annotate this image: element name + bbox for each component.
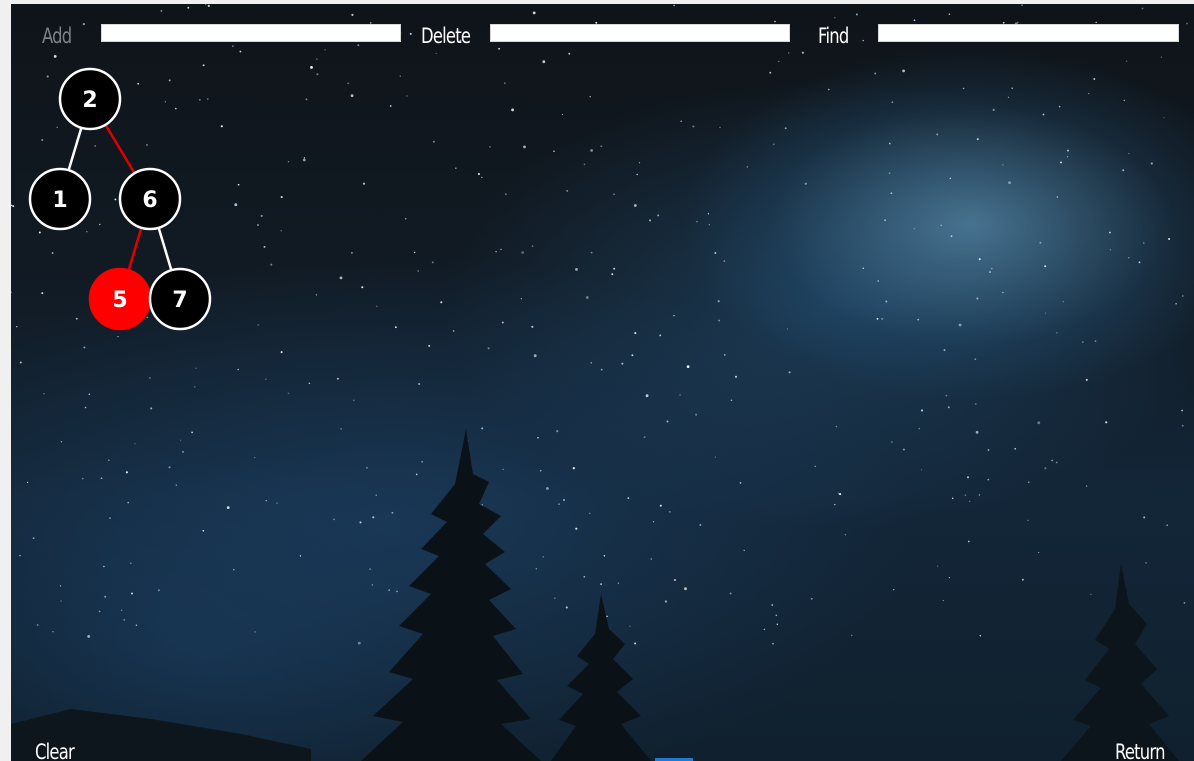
tree-node-key: 1: [52, 188, 67, 213]
tree-node-key: 5: [112, 288, 127, 313]
tree-node-1: 1: [28, 167, 92, 231]
tree-node-5: 5: [88, 267, 152, 331]
tree-node-6: 6: [118, 167, 182, 231]
red-black-tree-canvas: 2 1 6 5 7: [28, 67, 212, 331]
tree-node-key: 7: [172, 288, 187, 313]
tree-node-7: 7: [148, 267, 212, 331]
rb-tree-window: Add Delete Find 21657 Clear Return: [11, 4, 1194, 761]
return-button[interactable]: Return: [1115, 738, 1165, 761]
tree-node-2: 2: [58, 67, 122, 131]
clear-button[interactable]: Clear: [35, 738, 75, 761]
tree-node-key: 6: [142, 188, 157, 213]
tree-node-key: 2: [82, 88, 97, 113]
